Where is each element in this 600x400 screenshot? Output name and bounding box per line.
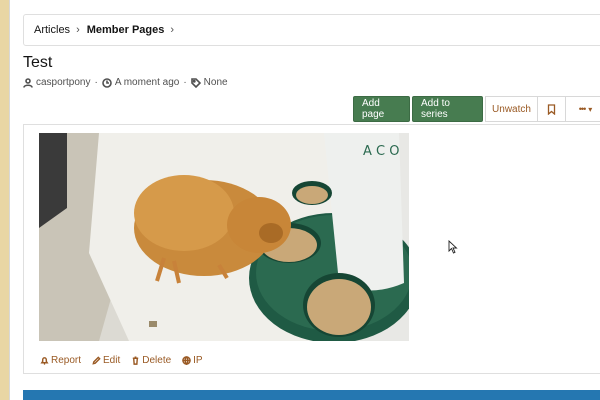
action-bar: Add page Add to series Unwatch ••• ▾ bbox=[353, 96, 600, 122]
ip-label: IP bbox=[193, 355, 203, 366]
bookmark-button[interactable] bbox=[538, 96, 566, 122]
timestamp[interactable]: A moment ago bbox=[115, 77, 179, 88]
separator-dot: · bbox=[94, 77, 98, 88]
trash-icon bbox=[133, 356, 139, 365]
bell-icon bbox=[40, 357, 49, 365]
separator-dot: · bbox=[183, 77, 187, 88]
svg-text:A C O: A C O bbox=[363, 144, 399, 159]
post-actions: Report Edit Delete IP bbox=[40, 355, 214, 366]
delete-label: Delete bbox=[142, 355, 172, 366]
ip-link[interactable]: IP bbox=[182, 355, 203, 366]
report-link[interactable]: Report bbox=[40, 355, 81, 366]
delete-link[interactable]: Delete bbox=[131, 355, 171, 366]
tags-value: None bbox=[203, 77, 228, 88]
edit-label: Edit bbox=[103, 355, 121, 366]
globe-icon bbox=[182, 356, 191, 365]
author-link[interactable]: casportpony bbox=[36, 77, 90, 88]
chevron-right-icon: › bbox=[170, 24, 175, 36]
unwatch-button[interactable]: Unwatch bbox=[485, 96, 538, 122]
mouse-cursor-icon bbox=[448, 240, 458, 254]
article-meta: casportpony · A moment ago · None bbox=[23, 77, 228, 88]
next-section-bar bbox=[23, 390, 600, 400]
edit-link[interactable]: Edit bbox=[92, 355, 120, 366]
breadcrumb: Articles › Member Pages › bbox=[23, 14, 600, 46]
bookmark-icon bbox=[547, 103, 556, 115]
user-icon bbox=[23, 77, 33, 88]
more-dots: ••• bbox=[578, 104, 587, 114]
tag-icon bbox=[190, 77, 201, 88]
breadcrumb-articles[interactable]: Articles bbox=[34, 24, 70, 36]
clock-icon bbox=[102, 77, 112, 88]
chick-photo: A C O bbox=[39, 133, 409, 341]
more-options-button[interactable]: ••• ▾ bbox=[566, 96, 600, 122]
chevron-right-icon: › bbox=[76, 24, 80, 36]
article-body: A C O Report Edit Delete IP bbox=[23, 124, 600, 374]
breadcrumb-member-pages[interactable]: Member Pages bbox=[87, 24, 165, 36]
add-to-series-button[interactable]: Add to series bbox=[412, 96, 483, 122]
caret-down-icon: ▾ bbox=[588, 104, 593, 114]
add-page-button[interactable]: Add page bbox=[353, 96, 410, 122]
page-title: Test bbox=[23, 54, 53, 71]
page-panel: Articles › Member Pages › Test casportpo… bbox=[9, 0, 600, 400]
pencil-icon bbox=[92, 356, 101, 365]
report-label: Report bbox=[51, 355, 82, 366]
